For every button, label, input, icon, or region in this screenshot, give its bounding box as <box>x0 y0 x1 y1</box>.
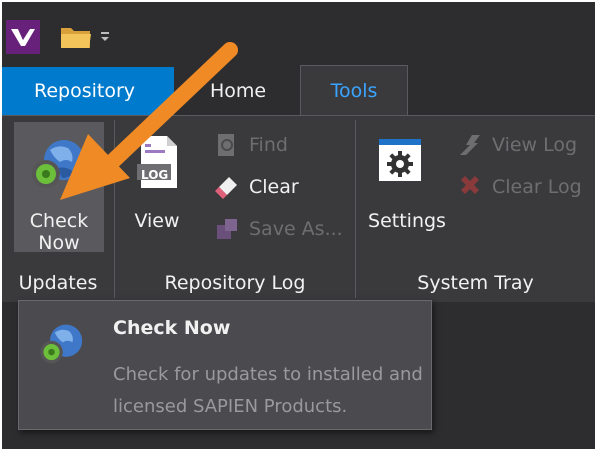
check-now-label-line2: Now <box>38 232 80 254</box>
clear-button[interactable]: Clear <box>211 172 299 202</box>
group-label-updates: Updates <box>18 272 98 294</box>
view-label: View <box>134 210 180 232</box>
find-icon <box>215 133 239 157</box>
view-log-icon <box>458 133 482 157</box>
check-now-label-line1: Check <box>29 210 89 232</box>
find-label: Find <box>249 134 288 156</box>
clear-log-icon <box>458 175 482 199</box>
eraser-icon <box>215 175 239 199</box>
clear-log-label: Clear Log <box>492 176 582 198</box>
view-log-button[interactable]: View Log <box>454 130 577 160</box>
app-window: Repository Home Tools Check Now Updates … <box>2 2 595 449</box>
group-system-tray: Settings View Log Clear Log System Tray <box>356 116 595 302</box>
save-as-label: Save As... <box>249 218 343 240</box>
group-repository-log: LOG View Find Clear Save As... Repositor… <box>115 116 355 302</box>
ribbon-panel: Check Now Updates LOG View Find Clear Sa… <box>2 116 595 302</box>
group-label-repository-log: Repository Log <box>164 272 306 294</box>
save-as-button[interactable]: Save As... <box>211 214 343 244</box>
group-label-system-tray: System Tray <box>417 272 534 294</box>
tab-home[interactable]: Home <box>210 67 266 115</box>
view-log-label: View Log <box>492 134 578 156</box>
settings-button[interactable]: Settings <box>364 122 450 252</box>
find-button[interactable]: Find <box>211 130 288 160</box>
folder-icon[interactable] <box>60 24 92 50</box>
tab-tools[interactable]: Tools <box>300 65 408 117</box>
qat-dropdown-icon[interactable] <box>100 28 110 41</box>
clear-log-button[interactable]: Clear Log <box>454 172 582 202</box>
log-file-icon: LOG <box>135 134 181 190</box>
quick-access-toolbar <box>2 2 595 58</box>
save-as-icon <box>215 217 239 241</box>
visual-studio-logo-icon[interactable] <box>6 20 40 54</box>
tab-repository[interactable]: Repository <box>2 67 174 115</box>
settings-label: Settings <box>368 210 446 232</box>
group-updates: Check Now Updates <box>2 116 114 302</box>
clear-label: Clear <box>249 176 299 198</box>
gear-icon <box>378 138 422 182</box>
view-button[interactable]: LOG View <box>125 122 189 252</box>
tooltip-description: Check for updates to installed and licen… <box>113 364 423 417</box>
ribbon-tab-row: Repository Home Tools <box>2 65 595 117</box>
check-now-tooltip: Check Now Check for updates to installed… <box>18 300 432 430</box>
globe-update-icon <box>37 319 87 369</box>
check-now-button[interactable]: Check Now <box>14 122 104 254</box>
tooltip-title: Check Now <box>113 317 231 339</box>
globe-update-icon <box>28 134 90 194</box>
